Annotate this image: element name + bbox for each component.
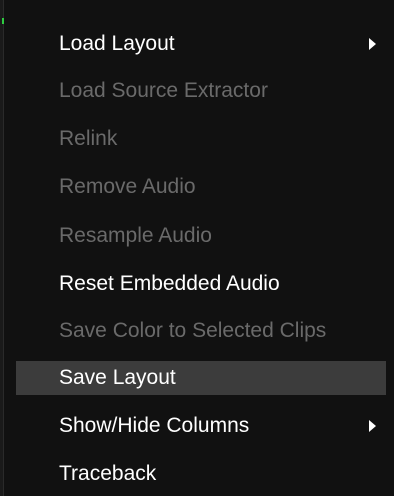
menu-item-show-hide-columns[interactable]: Show/Hide Columns bbox=[16, 409, 386, 443]
menu-item-label: Traceback bbox=[59, 462, 157, 485]
menu-item-resample-audio[interactable]: Resample Audio bbox=[16, 219, 386, 253]
menu-item-remove-audio[interactable]: Remove Audio bbox=[16, 170, 386, 204]
menu-item-save-layout[interactable]: Save Layout bbox=[16, 361, 386, 395]
menu-item-load-source-extractor[interactable]: Load Source Extractor bbox=[16, 74, 386, 108]
chevron-right-icon bbox=[369, 420, 376, 432]
menu-item-label: Save Layout bbox=[59, 366, 176, 389]
menu-item-label: Reset Embedded Audio bbox=[59, 272, 280, 295]
edge-indicator bbox=[2, 18, 4, 24]
window-edge bbox=[0, 0, 4, 496]
menu-item-reset-embedded-audio[interactable]: Reset Embedded Audio bbox=[16, 267, 386, 301]
menu-item-traceback[interactable]: Traceback bbox=[16, 457, 386, 491]
menu-item-label: Save Color to Selected Clips bbox=[59, 319, 327, 342]
menu-item-label: Remove Audio bbox=[59, 175, 196, 198]
context-menu: Load Layout Load Source Extractor Relink… bbox=[0, 0, 394, 496]
menu-item-save-color-to-selected-clips[interactable]: Save Color to Selected Clips bbox=[16, 314, 386, 348]
menu-item-label: Load Source Extractor bbox=[59, 79, 268, 102]
menu-item-label: Relink bbox=[59, 127, 118, 150]
menu-item-relink[interactable]: Relink bbox=[16, 122, 386, 156]
menu-item-label: Show/Hide Columns bbox=[59, 414, 250, 437]
menu-item-load-layout[interactable]: Load Layout bbox=[16, 27, 386, 61]
menu-item-label: Load Layout bbox=[59, 32, 175, 55]
menu-item-label: Resample Audio bbox=[59, 224, 212, 247]
chevron-right-icon bbox=[369, 38, 376, 50]
